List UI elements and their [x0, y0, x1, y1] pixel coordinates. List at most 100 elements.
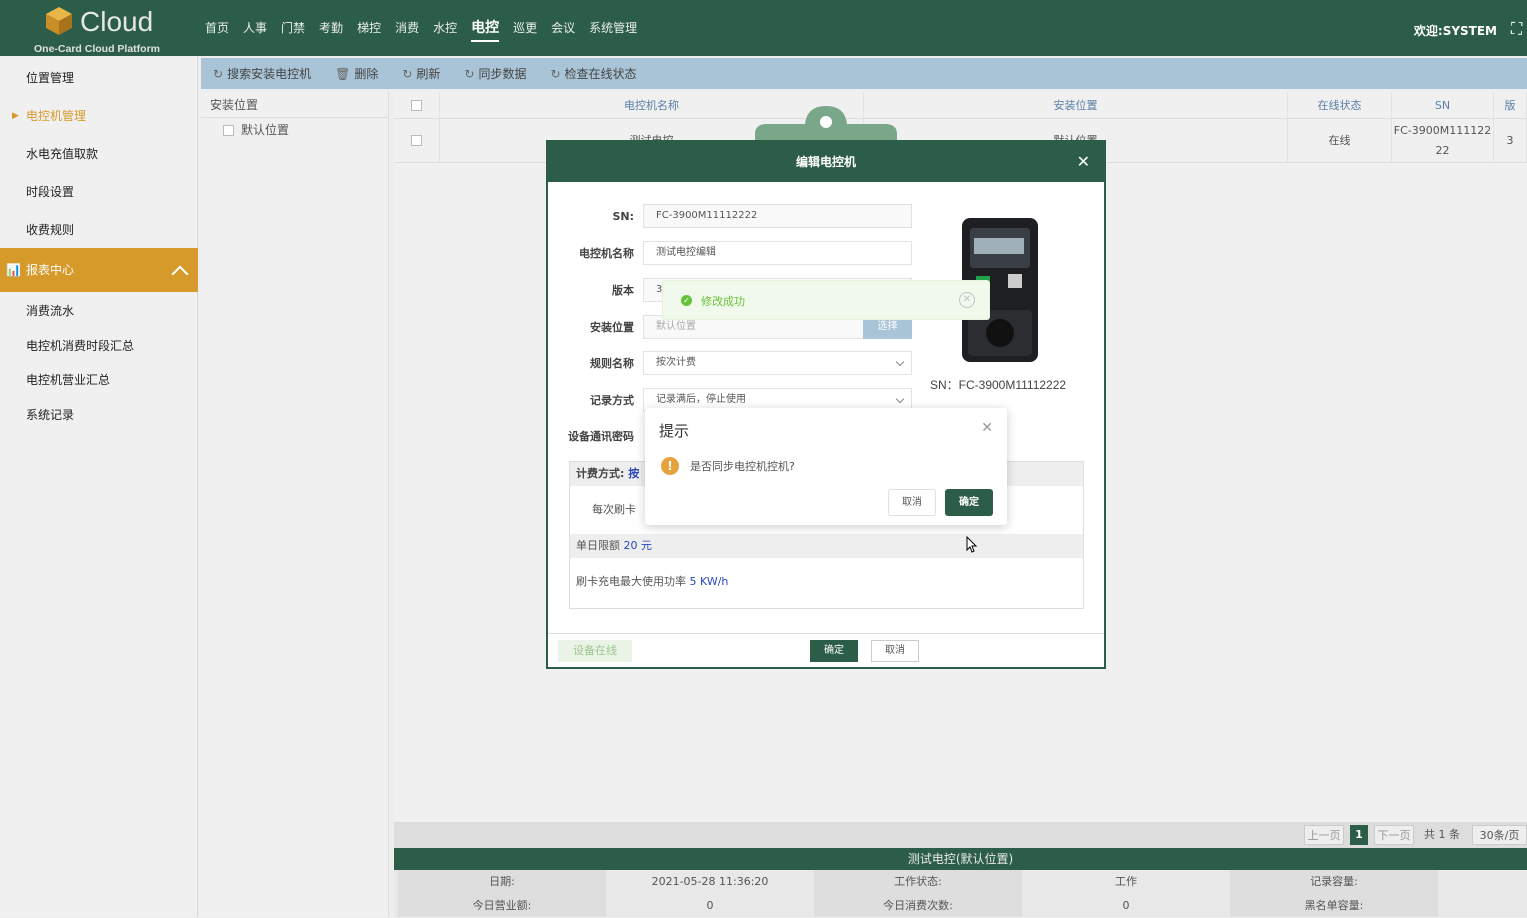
daily-limit: 单日限额 20 元: [570, 534, 1083, 558]
confirm-ok-button[interactable]: 确定: [945, 489, 993, 516]
nav-water[interactable]: 水控: [426, 0, 464, 56]
sidebar-item-business-summary[interactable]: 电控机营业汇总: [0, 361, 198, 399]
col-location[interactable]: 安装位置: [864, 92, 1288, 118]
search-meter-button[interactable]: ↻ 搜索安装电控机: [213, 65, 311, 82]
page-1-button[interactable]: 1: [1350, 825, 1368, 845]
sidebar-item-timeslot-summary[interactable]: 电控机消费时段汇总: [0, 327, 198, 365]
tree-node[interactable]: 默认位置: [201, 118, 388, 142]
max-power: 刷卡充电最大使用功率 5 KW/h: [576, 575, 729, 588]
logo-name: Cloud: [80, 6, 154, 37]
row-select-cell[interactable]: [394, 119, 440, 162]
delete-button[interactable]: 🗑 删除: [335, 65, 378, 82]
prev-page-button[interactable]: 上一页: [1304, 825, 1344, 845]
total-count: 共 1 条: [1424, 828, 1460, 841]
nav-home[interactable]: 首页: [198, 0, 236, 56]
fullscreen-icon[interactable]: ⛶: [1511, 19, 1527, 38]
detail-col-5: 记录容量: 黑名单容量:: [1230, 870, 1438, 917]
check-icon: ✓: [681, 295, 692, 306]
detail-title: 测试电控(默认位置): [394, 848, 1527, 870]
sidebar-item-system-log[interactable]: 系统记录: [0, 396, 198, 434]
confirm-question: 是否同步电控机控机?: [690, 460, 795, 473]
nav-elevator[interactable]: 梯控: [350, 0, 388, 56]
nav-electric[interactable]: 电控: [464, 0, 506, 56]
dialog-ok-button[interactable]: 确定: [810, 640, 858, 662]
nav-meeting[interactable]: 会议: [544, 0, 582, 56]
dialog-title: 编辑电控机: [548, 142, 1104, 182]
caret-right-icon: ▶: [12, 111, 19, 121]
logo-subtitle: One-Card Cloud Platform: [34, 43, 161, 55]
cell-version: 3: [1494, 119, 1527, 162]
toast-message: 修改成功: [701, 295, 745, 308]
location-tree: 安装位置 默认位置: [201, 92, 389, 917]
chevron-down-icon: [895, 394, 905, 404]
main-nav: 首页 人事 门禁 考勤 梯控 消费 水控 电控 巡更 会议 系统管理: [198, 0, 644, 56]
detail-panel: 日期: 今日营业额: 2021-05-28 11:36:20 0 工作状态: 今日消费…: [394, 870, 1527, 917]
refresh-button[interactable]: ↻ 刷新: [402, 65, 440, 82]
select-all-checkbox[interactable]: [411, 100, 422, 111]
refresh-icon: ↻: [213, 67, 224, 81]
refresh-icon: ↻: [550, 67, 561, 81]
sidebar-item-fee-rules[interactable]: 收费规则: [0, 211, 198, 249]
chart-icon: 📊: [6, 263, 21, 277]
cell-status: 在线: [1288, 119, 1392, 162]
cube-logo-icon: [46, 7, 72, 35]
chevron-up-icon: [171, 265, 189, 283]
close-icon[interactable]: ✕: [981, 420, 993, 436]
tree-node-label: 默认位置: [241, 123, 290, 137]
tree-header: 安装位置: [201, 92, 388, 118]
tree-checkbox[interactable]: [223, 125, 234, 136]
pagination: 上一页 1 下一页 共 1 条 30条/页: [394, 822, 1527, 848]
nav-access[interactable]: 门禁: [274, 0, 312, 56]
toolbar: ↻ 搜索安装电控机 🗑 删除 ↻ 刷新 ↻ 同步数据 ↻ 检查在线状态: [201, 58, 1527, 89]
sidebar-item-location[interactable]: 位置管理: [0, 59, 198, 97]
sync-button[interactable]: ↻ 同步数据: [464, 65, 526, 82]
page-size-select[interactable]: 30条/页: [1472, 825, 1527, 845]
nav-system[interactable]: 系统管理: [582, 0, 644, 56]
sidebar-item-consume-flow[interactable]: 消费流水: [0, 292, 198, 330]
check-online-button[interactable]: ↻ 检查在线状态: [550, 65, 636, 82]
sidebar-item-recharge[interactable]: 水电充值取款: [0, 135, 198, 173]
close-icon[interactable]: ✕: [1077, 152, 1090, 171]
trash-icon: 🗑: [335, 67, 351, 81]
confirm-dialog: 提示 ✕ ! 是否同步电控机控机? 取消 确定: [645, 408, 1007, 525]
detail-col-2: 2021-05-28 11:36:20 0: [651, 875, 769, 912]
top-bar: Cloud One-Card Cloud Platform 首页 人事 门禁 考…: [0, 0, 1527, 56]
cell-sn: FC-3900M111122 22: [1392, 119, 1494, 162]
table-header: 电控机名称 安装位置 在线状态 SN 版: [394, 92, 1527, 119]
nav-hr[interactable]: 人事: [236, 0, 274, 56]
success-toast: ✓ 修改成功 ✕: [662, 280, 990, 320]
sidebar-section-reports[interactable]: 📊 报表中心: [0, 248, 198, 292]
close-icon[interactable]: ✕: [959, 292, 975, 308]
dialog-footer: 设备在线 确定 取消: [548, 633, 1104, 667]
refresh-icon: ↻: [402, 67, 413, 81]
confirm-cancel-button[interactable]: 取消: [888, 489, 936, 516]
logo: Cloud One-Card Cloud Platform: [34, 4, 164, 56]
nav-attendance[interactable]: 考勤: [312, 0, 350, 56]
detail-col-4: 工作 0: [1115, 875, 1137, 912]
confirm-title: 提示: [659, 422, 690, 440]
next-page-button[interactable]: 下一页: [1374, 825, 1414, 845]
welcome-user[interactable]: 欢迎:SYSTEM: [1414, 22, 1497, 39]
col-status[interactable]: 在线状态: [1288, 92, 1392, 118]
select-all-cell[interactable]: [394, 92, 440, 118]
rule-row: 规则名称 按次计费: [548, 351, 918, 377]
detail-col-1: 日期: 今日营业额:: [398, 870, 606, 917]
dialog-cancel-button[interactable]: 取消: [871, 640, 919, 662]
device-online-badge: 设备在线: [558, 640, 632, 662]
nav-consume[interactable]: 消费: [388, 0, 426, 56]
sidebar-item-label: 电控机管理: [26, 109, 87, 123]
name-row: 电控机名称 测试电控编辑: [548, 241, 918, 267]
row-checkbox[interactable]: [411, 135, 422, 146]
chevron-down-icon: [895, 357, 905, 367]
sn-row: SN: FC-3900M11112222: [548, 204, 918, 230]
sidebar-item-meter[interactable]: ▶ 电控机管理: [0, 97, 198, 135]
refresh-icon: ↻: [464, 67, 475, 81]
sn-input[interactable]: FC-3900M11112222: [643, 204, 912, 228]
name-input[interactable]: 测试电控编辑: [643, 241, 912, 265]
rule-select[interactable]: 按次计费: [643, 351, 912, 375]
detail-col-3: 工作状态: 今日消费次数:: [814, 870, 1022, 917]
col-sn[interactable]: SN: [1392, 92, 1494, 118]
col-version[interactable]: 版: [1494, 92, 1527, 118]
nav-patrol[interactable]: 巡更: [506, 0, 544, 56]
sidebar-item-timeslot[interactable]: 时段设置: [0, 173, 198, 211]
